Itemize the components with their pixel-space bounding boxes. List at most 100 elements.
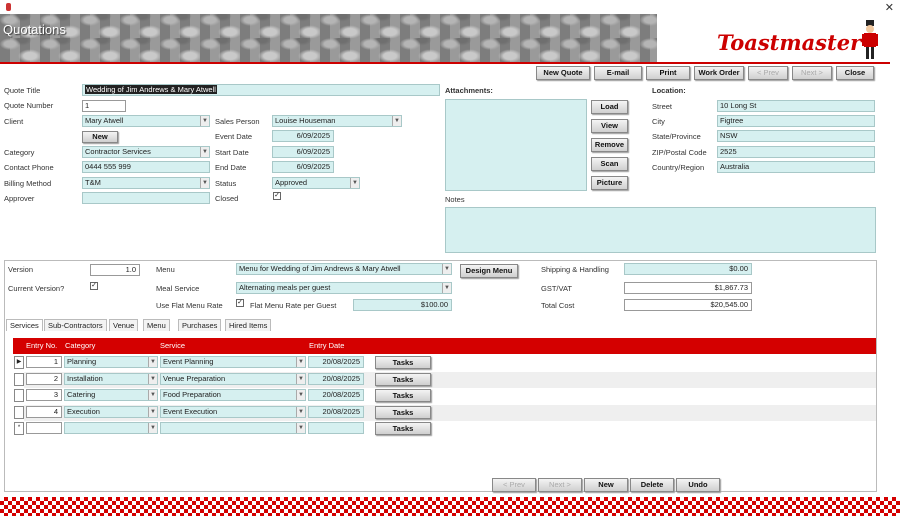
entry-no-cell[interactable]: 1: [26, 356, 62, 368]
category-cell[interactable]: Execution ▼: [64, 405, 158, 418]
menu-select[interactable]: Menu for Wedding of Jim Andrews & Mary A…: [236, 263, 452, 275]
chevron-down-icon[interactable]: ▼: [148, 390, 157, 400]
entry-date-cell[interactable]: 20/08/2025: [308, 389, 364, 401]
chevron-down-icon[interactable]: ▼: [148, 406, 157, 417]
chevron-down-icon[interactable]: ▼: [350, 178, 359, 188]
entry-date-cell[interactable]: 20/08/2025: [308, 356, 364, 368]
next-button[interactable]: Next >: [792, 66, 832, 80]
view-button[interactable]: View: [591, 119, 628, 133]
meal-service-select[interactable]: Alternating meals per guest ▼: [236, 282, 452, 294]
zip-field[interactable]: 2525: [717, 146, 875, 158]
category-cell[interactable]: Planning ▼: [64, 356, 158, 368]
notes-field[interactable]: [445, 207, 876, 253]
entry-date-cell[interactable]: 20/08/2025: [308, 405, 364, 418]
chevron-down-icon[interactable]: ▼: [442, 264, 451, 274]
design-menu-button[interactable]: Design Menu: [460, 264, 518, 278]
service-cell[interactable]: Event Execution ▼: [160, 405, 306, 418]
status-select[interactable]: Approved ▼: [272, 177, 360, 189]
scan-button[interactable]: Scan: [591, 157, 628, 171]
flat-rate-per-guest-field[interactable]: $100.00: [353, 299, 452, 311]
print-button[interactable]: Print: [646, 66, 690, 80]
chevron-down-icon[interactable]: ▼: [148, 373, 157, 384]
close-button[interactable]: Close: [836, 66, 874, 80]
chevron-down-icon[interactable]: ▼: [200, 116, 209, 126]
flat-menu-rate-checkbox[interactable]: ✓: [236, 299, 244, 307]
country-field[interactable]: Australia: [717, 161, 875, 173]
quote-title-field[interactable]: Wedding of Jim Andrews & Mary Atwell: [82, 84, 440, 96]
new-quote-button[interactable]: New Quote: [536, 66, 590, 80]
entry-date-cell[interactable]: [308, 422, 364, 434]
city-field[interactable]: Figtree: [717, 115, 875, 127]
tab-menu[interactable]: Menu: [143, 319, 170, 331]
work-order-button[interactable]: Work Order: [694, 66, 744, 80]
approver-field[interactable]: [82, 192, 210, 204]
tab-purchases[interactable]: Purchases: [178, 319, 222, 331]
email-button[interactable]: E-mail: [594, 66, 642, 80]
chevron-down-icon[interactable]: ▼: [296, 357, 305, 367]
subform-next-button[interactable]: Next >: [538, 478, 582, 492]
sales-person-select[interactable]: Louise Houseman ▼: [272, 115, 402, 127]
state-field[interactable]: NSW: [717, 130, 875, 142]
chevron-down-icon[interactable]: ▼: [200, 178, 209, 188]
tab-venue[interactable]: Venue: [109, 319, 139, 331]
category-cell[interactable]: Catering ▼: [64, 389, 158, 401]
remove-button[interactable]: Remove: [591, 138, 628, 152]
tasks-button[interactable]: Tasks: [375, 422, 431, 435]
version-field[interactable]: 1.0: [90, 264, 140, 276]
tab-services[interactable]: Services: [6, 319, 43, 331]
close-icon[interactable]: ✕: [885, 1, 894, 14]
quote-number-field[interactable]: 1: [82, 100, 126, 112]
service-cell[interactable]: Venue Preparation ▼: [160, 372, 306, 385]
category-cell[interactable]: ▼: [64, 422, 158, 434]
entry-no-cell[interactable]: 2: [26, 372, 62, 385]
row-selector[interactable]: [14, 405, 24, 419]
current-version-checkbox[interactable]: ✓: [90, 282, 98, 290]
chevron-down-icon[interactable]: ▼: [296, 423, 305, 433]
attachments-box[interactable]: [445, 99, 587, 191]
closed-checkbox[interactable]: ✓: [273, 192, 281, 200]
chevron-down-icon[interactable]: ▼: [148, 423, 157, 433]
row-selector[interactable]: [14, 372, 24, 386]
tasks-button[interactable]: Tasks: [375, 405, 431, 419]
service-cell[interactable]: ▼: [160, 422, 306, 434]
entry-no-cell[interactable]: [26, 422, 62, 434]
category-select[interactable]: Contractor Services ▼: [82, 146, 210, 158]
entry-no-cell[interactable]: 3: [26, 389, 62, 401]
entry-date-cell[interactable]: 20/08/2025: [308, 372, 364, 385]
subform-delete-button[interactable]: Delete: [630, 478, 674, 492]
row-selector[interactable]: [14, 389, 24, 402]
contact-phone-field[interactable]: 0444 555 999: [82, 161, 210, 173]
start-date-field[interactable]: 6/09/2025: [272, 146, 334, 158]
load-button[interactable]: Load: [591, 100, 628, 114]
subform-prev-button[interactable]: < Prev: [492, 478, 536, 492]
chevron-down-icon[interactable]: ▼: [392, 116, 401, 126]
category-cell[interactable]: Installation ▼: [64, 372, 158, 385]
entry-no-cell[interactable]: 4: [26, 405, 62, 418]
service-cell[interactable]: Food Preparation ▼: [160, 389, 306, 401]
row-selector[interactable]: *: [14, 422, 24, 435]
new-client-button[interactable]: New: [82, 131, 118, 143]
subform-new-button[interactable]: New: [584, 478, 628, 492]
row-selector[interactable]: ▶: [14, 356, 24, 369]
street-field[interactable]: 10 Long St: [717, 100, 875, 112]
picture-button[interactable]: Picture: [591, 176, 628, 190]
chevron-down-icon[interactable]: ▼: [296, 390, 305, 400]
subform-undo-button[interactable]: Undo: [676, 478, 720, 492]
chevron-down-icon[interactable]: ▼: [200, 147, 209, 157]
tasks-button[interactable]: Tasks: [375, 372, 431, 386]
event-date-field[interactable]: 6/09/2025: [272, 130, 334, 142]
client-select[interactable]: Mary Atwell ▼: [82, 115, 210, 127]
billing-method-select[interactable]: T&M ▼: [82, 177, 210, 189]
tasks-button[interactable]: Tasks: [375, 389, 431, 402]
tab-sub-contractors[interactable]: Sub-Contractors: [44, 319, 107, 331]
shipping-field[interactable]: $0.00: [624, 263, 752, 275]
service-cell[interactable]: Event Planning ▼: [160, 356, 306, 368]
tab-hired-items[interactable]: Hired Items: [225, 319, 272, 331]
chevron-down-icon[interactable]: ▼: [442, 283, 451, 293]
chevron-down-icon[interactable]: ▼: [296, 373, 305, 384]
prev-button[interactable]: < Prev: [748, 66, 788, 80]
chevron-down-icon[interactable]: ▼: [148, 357, 157, 367]
tasks-button[interactable]: Tasks: [375, 356, 431, 369]
chevron-down-icon[interactable]: ▼: [296, 406, 305, 417]
end-date-field[interactable]: 6/09/2025: [272, 161, 334, 173]
